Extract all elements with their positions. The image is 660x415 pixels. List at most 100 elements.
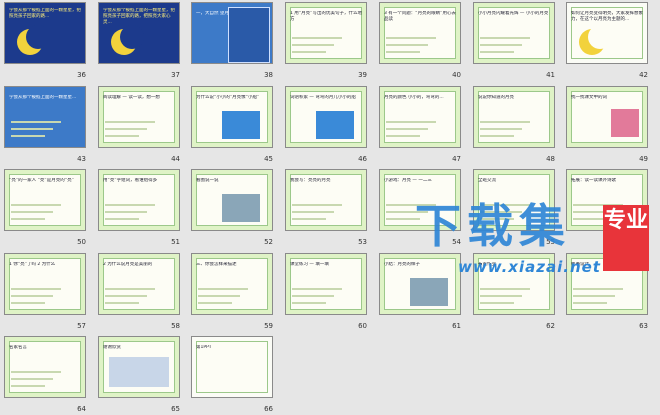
- slide-thumbnail-58[interactable]: 2 为什么说月亮是美丽的: [98, 253, 180, 315]
- text-line: [386, 128, 428, 130]
- text-line: [11, 204, 61, 206]
- slide-thumbnail-53[interactable]: 我会写：亮亮的月亮: [285, 169, 367, 231]
- text-line: [480, 295, 522, 297]
- slide-thumbnail-59[interactable]: 三、你会怎样来描述: [191, 253, 273, 315]
- text-line: [292, 51, 326, 53]
- slide-thumbnail-51[interactable]: 用“亮”字组词，看谁组得多: [98, 169, 180, 231]
- slide-text: 谢谢欣赏: [103, 345, 121, 350]
- text-line: [386, 44, 428, 46]
- slide-thumbnail-42[interactable]: 如何让月亮变得明亮，大家发挥想象力，在这个以月亮为主题的...: [566, 2, 648, 64]
- slide-number: 66: [264, 405, 273, 413]
- slide-number: 58: [171, 322, 180, 330]
- slide-thumbnail-47[interactable]: 月亮的颜色 小小的，弯弯的...: [379, 86, 461, 148]
- slide-thumbnail-57[interactable]: 1 你“亮”了吗 2 为什么: [4, 253, 86, 315]
- text-line: [480, 288, 530, 290]
- text-line: [105, 128, 147, 130]
- text-line: [11, 295, 53, 297]
- slide-text: 名家名言: [9, 345, 27, 350]
- slide-text: 1 用“月亮”写出的优美句子，什么地方: [290, 11, 362, 22]
- slide-text: 学会从那个被掐上面的一颗星星...: [9, 95, 77, 100]
- slide-number: 43: [77, 155, 86, 163]
- slide-thumbnail-36[interactable]: 学会从那个被掐上面的一颗星星，把照亮孩子回家的路...: [4, 2, 86, 64]
- slide-number: 39: [358, 71, 367, 79]
- slide-text: 2 为什么说月亮是美丽的: [103, 262, 153, 267]
- slide-text: 阅读理解 — 读一读，想一想: [103, 95, 160, 100]
- text-line: [573, 302, 607, 304]
- slide-number: 59: [264, 322, 273, 330]
- text-line: [11, 128, 53, 130]
- slide-text: 全班交流: [478, 178, 496, 183]
- slide-thumbnail-45[interactable]: 为什么说“小小的”月亮像“小船”: [191, 86, 273, 148]
- slide-text: 小小月亮闪耀着光辉 — 小小的月亮: [478, 11, 549, 16]
- slide-number: 61: [452, 322, 461, 330]
- slide-thumbnail-49[interactable]: 找一找课文中的词: [566, 86, 648, 148]
- text-line: [573, 288, 623, 290]
- slide-text: 月亮的颜色 小小的，弯弯的...: [384, 95, 444, 100]
- text-line: [198, 288, 248, 290]
- text-line: [105, 302, 139, 304]
- text-line: [11, 302, 45, 304]
- slide-number: 49: [639, 155, 648, 163]
- text-line: [105, 121, 155, 123]
- slide-text: 小游戏：月亮 — 一二三: [384, 178, 432, 183]
- slide-thumbnail-46[interactable]: 词语积累 — 弯弯的月儿小小的船: [285, 86, 367, 148]
- slide-number: 63: [639, 322, 648, 330]
- slide-thumbnail-38[interactable]: 一，大自然 望月亮 三幅画面: [191, 2, 273, 64]
- slide-thumbnail-40[interactable]: 3 有一个问题：“月亮的眼睛”用心去品读: [379, 2, 461, 64]
- text-line: [11, 211, 53, 213]
- slide-number: 62: [546, 322, 555, 330]
- text-line: [292, 44, 334, 46]
- slide-text: 为什么说“小小的”月亮像“小船”: [196, 95, 260, 100]
- slide-text: 学会从那个被掐上面的一颗星星，把照亮孩子回家的路，把照亮大家心灵...: [103, 8, 175, 25]
- slide-text: 3 有一个问题：“月亮的眼睛”用心去品读: [384, 11, 456, 22]
- slide-text: 词语积累 — 弯弯的月儿小小的船: [290, 95, 356, 100]
- text-line: [105, 288, 155, 290]
- slide-number: 36: [77, 71, 86, 79]
- slide-thumbnail-50[interactable]: “亮”的一家人 “亮”是月亮的“亮”: [4, 169, 86, 231]
- text-line: [11, 121, 61, 123]
- slide-thumbnail-37[interactable]: 学会从那个被掐上面的一颗星星，把照亮孩子回家的路，把照亮大家心灵...: [98, 2, 180, 64]
- slide-panel: [228, 7, 270, 63]
- text-line: [11, 135, 45, 137]
- text-line: [386, 37, 436, 39]
- slide-text: “亮”的一家人 “亮”是月亮的“亮”: [9, 178, 74, 183]
- text-line: [480, 128, 522, 130]
- slide-number: 41: [546, 71, 555, 79]
- watermark-text: 下载集: [415, 199, 571, 253]
- text-line: [11, 218, 45, 220]
- slide-thumbnail-65[interactable]: 谢谢欣赏: [98, 336, 180, 398]
- slide-text: 小结：月亮的样子: [384, 262, 420, 267]
- slide-number: 60: [358, 322, 367, 330]
- slide-number: 44: [171, 155, 180, 163]
- slide-thumbnail-41[interactable]: 小小月亮闪耀着光辉 — 小小的月亮: [473, 2, 555, 64]
- slide-thumbnail-39[interactable]: 1 用“月亮”写出的优美句子，什么地方: [285, 2, 367, 64]
- slide-thumbnail-43[interactable]: 学会从那个被掐上面的一颗星星...: [4, 86, 86, 148]
- text-line: [292, 295, 334, 297]
- slide-text: 用“亮”字组词，看谁组得多: [103, 178, 158, 183]
- text-line: [480, 51, 514, 53]
- slide-thumbnail-44[interactable]: 阅读理解 — 读一读，想一想: [98, 86, 180, 148]
- slide-number: 51: [171, 238, 180, 246]
- text-line: [198, 295, 240, 297]
- slide-text: 看图说一说: [196, 178, 219, 183]
- text-line: [11, 385, 45, 387]
- slide-thumbnail-64[interactable]: 名家名言: [4, 336, 86, 398]
- slide-thumbnail-52[interactable]: 看图说一说: [191, 169, 273, 231]
- slide-text: 1 你“亮”了吗 2 为什么: [9, 262, 56, 267]
- text-line: [11, 371, 61, 373]
- slide-thumbnail-61[interactable]: 小结：月亮的样子: [379, 253, 461, 315]
- slide-text: 如何让月亮变得明亮，大家发挥想象力，在这个以月亮为主题的...: [571, 11, 643, 22]
- slide-thumbnail-66[interactable]: 第1PPT: [191, 336, 273, 398]
- text-line: [105, 204, 155, 206]
- slide-number: 64: [77, 405, 86, 413]
- text-line: [480, 121, 530, 123]
- slide-number: 38: [264, 71, 273, 79]
- text-line: [11, 378, 53, 380]
- text-line: [573, 295, 615, 297]
- slide-thumbnail-60[interactable]: 课堂练习 — 填一填: [285, 253, 367, 315]
- slide-text: 三、你会怎样来描述: [196, 262, 237, 267]
- slide-thumbnail-48[interactable]: 说说你知道的月亮: [473, 86, 555, 148]
- slide-number: 50: [77, 238, 86, 246]
- watermark-url: www.xiazai.net: [458, 258, 601, 276]
- text-line: [105, 218, 139, 220]
